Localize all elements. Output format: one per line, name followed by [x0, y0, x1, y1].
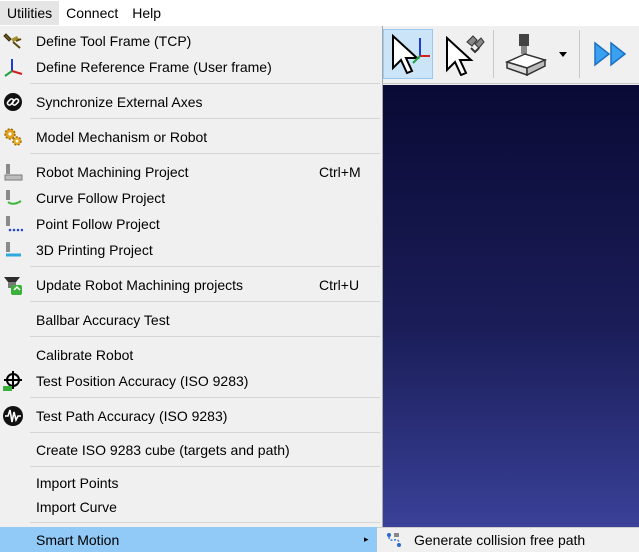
menu-item-ballbar-accuracy-test[interactable]: Ballbar Accuracy Test	[0, 307, 382, 333]
menu-separator	[30, 118, 380, 119]
menu-separator	[30, 466, 380, 467]
menu-item-test-position-accuracy[interactable]: Test Position Accuracy (ISO 9283)	[0, 368, 382, 394]
link-icon	[2, 91, 24, 113]
shortcut-label: Ctrl+M	[319, 164, 361, 180]
select-frame-button[interactable]	[383, 29, 433, 79]
menu-item-label: Update Robot Machining projects	[36, 277, 244, 293]
menu-item-label: Generate collision free path	[414, 532, 586, 548]
collision-path-icon	[383, 529, 405, 551]
menu-item-calibrate-robot[interactable]: Calibrate Robot	[0, 342, 382, 368]
menu-separator	[30, 83, 380, 84]
point-follow-icon	[2, 213, 24, 235]
smart-motion-submenu: Generate collision free path	[377, 527, 639, 552]
menu-item-define-tool-frame[interactable]: Define Tool Frame (TCP)	[0, 28, 382, 54]
menu-item-import-points[interactable]: Import Points	[0, 470, 382, 496]
reference-frame-icon	[2, 56, 24, 78]
menu-item-define-reference-frame[interactable]: Define Reference Frame (User frame)	[0, 54, 382, 80]
menu-item-label: Model Mechanism or Robot	[36, 129, 208, 145]
menu-item-label: Calibrate Robot	[36, 347, 134, 363]
menu-item-model-mechanism[interactable]: Model Mechanism or Robot	[0, 124, 382, 150]
cursor-robot-icon	[446, 35, 485, 76]
menu-help[interactable]: Help	[125, 1, 168, 25]
menu-separator	[30, 397, 380, 398]
main-toolbar	[383, 26, 639, 84]
cursor-frame-icon	[392, 33, 430, 75]
menu-item-3d-printing-project[interactable]: 3D Printing Project	[0, 237, 382, 263]
fast-forward-icon	[594, 41, 627, 67]
machining-view-button[interactable]	[501, 29, 573, 79]
submenu-arrow-icon: ▸	[364, 534, 369, 544]
menu-separator	[30, 522, 380, 523]
menu-separator	[30, 336, 380, 337]
waveform-icon	[2, 405, 24, 427]
menu-item-label: Create ISO 9283 cube (targets and path)	[36, 442, 290, 458]
shortcut-label: Ctrl+U	[319, 277, 360, 293]
menu-item-label: Test Position Accuracy (ISO 9283)	[36, 373, 249, 389]
menu-item-label: Ballbar Accuracy Test	[36, 312, 170, 328]
menu-item-point-follow-project[interactable]: Point Follow Project	[0, 211, 382, 237]
menu-item-label: Define Reference Frame (User frame)	[36, 59, 272, 75]
menu-item-label: Curve Follow Project	[36, 190, 166, 206]
update-machining-icon	[2, 274, 24, 296]
printing-3d-icon	[2, 239, 24, 261]
menu-item-label: Import Points	[36, 475, 119, 491]
menu-separator	[30, 301, 380, 302]
menu-item-label: Test Path Accuracy (ISO 9283)	[36, 408, 228, 424]
menu-item-label: Import Curve	[36, 499, 117, 515]
menu-item-import-curve[interactable]: Import Curve	[0, 494, 382, 520]
menu-item-synchronize-external-axes[interactable]: Synchronize External Axes	[0, 89, 382, 115]
menu-item-smart-motion[interactable]: Smart Motion ▸	[0, 527, 382, 552]
menu-separator	[30, 153, 380, 154]
select-robot-button[interactable]	[438, 29, 488, 79]
menu-bar: Utilities Connect Help	[0, 0, 639, 26]
fast-forward-button[interactable]	[587, 29, 635, 79]
target-icon	[2, 370, 24, 392]
menu-item-label: 3D Printing Project	[36, 242, 153, 258]
menu-item-label: Synchronize External Axes	[36, 94, 203, 110]
menu-separator	[30, 432, 380, 433]
menu-item-test-path-accuracy[interactable]: Test Path Accuracy (ISO 9283)	[0, 403, 382, 429]
menu-item-label: Smart Motion	[36, 531, 120, 548]
toolbar-separator	[579, 30, 580, 78]
3d-viewport[interactable]	[383, 85, 639, 527]
menu-utilities[interactable]: Utilities	[0, 1, 60, 25]
tool-frame-icon	[2, 30, 24, 52]
menu-item-label: Define Tool Frame (TCP)	[36, 33, 192, 49]
menu-item-label: Point Follow Project	[36, 216, 160, 232]
menu-item-update-robot-machining[interactable]: Update Robot Machining projects Ctrl+U	[0, 272, 382, 298]
menu-item-create-iso-cube[interactable]: Create ISO 9283 cube (targets and path)	[0, 437, 382, 463]
toolbar-separator	[493, 30, 494, 78]
menu-separator	[30, 266, 380, 267]
curve-follow-icon	[2, 187, 24, 209]
gears-icon	[2, 126, 24, 148]
menu-connect[interactable]: Connect	[59, 1, 125, 25]
machining-icon	[2, 161, 24, 183]
menu-item-generate-collision-free-path[interactable]: Generate collision free path	[377, 528, 639, 552]
menu-item-robot-machining-project[interactable]: Robot Machining Project Ctrl+M	[0, 159, 382, 185]
utilities-dropdown-menu: Define Tool Frame (TCP) Define Reference…	[0, 26, 383, 552]
machining-tool-icon	[504, 34, 567, 76]
menu-item-label: Robot Machining Project	[36, 164, 189, 180]
menu-item-curve-follow-project[interactable]: Curve Follow Project	[0, 185, 382, 211]
